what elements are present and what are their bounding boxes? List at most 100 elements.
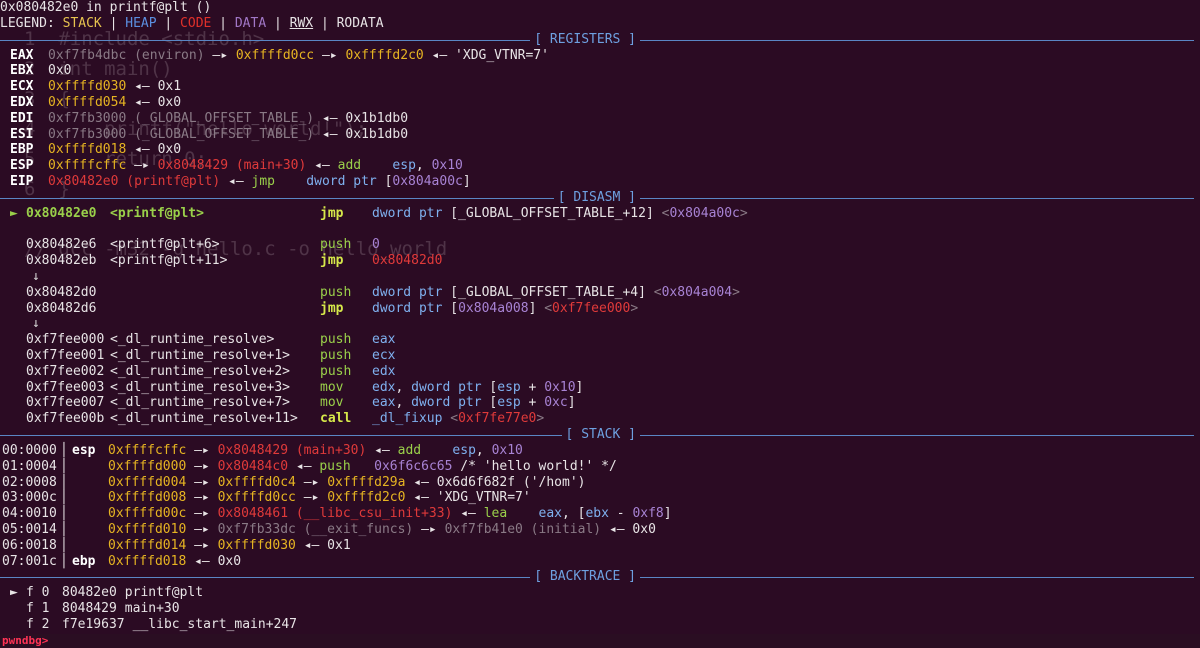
register-row: ECX 0xffffd030 ◂— 0x1: [0, 79, 1200, 95]
instruction-mnemonic: mov: [320, 379, 344, 395]
instruction-operands: dword ptr [_GLOBAL_OFFSET_TABLE_+4] <0x8…: [372, 285, 740, 301]
registers-title: [ REGISTERS ]: [530, 31, 640, 48]
value-fragment: ◂— 0x0: [186, 553, 242, 569]
value-fragment: ◂— 0x0: [126, 94, 182, 110]
stack-value: 0xffffd00c —▸ 0x8048461 (__libc_csu_init…: [108, 506, 672, 522]
legend-divider: |: [313, 15, 337, 31]
stack-divider: │: [60, 521, 68, 537]
instruction-operands: eax: [372, 332, 395, 348]
legend-line: LEGEND: STACK | HEAP | CODE | DATA | RWX…: [0, 16, 1200, 32]
value-fragment: [421, 443, 452, 458]
frame-address: f7e19637: [62, 616, 125, 632]
value-fragment: —▸: [186, 442, 218, 458]
value-fragment: lea: [483, 506, 508, 522]
stack-value: 0xffffd018 ◂— 0x0: [108, 554, 241, 570]
value-fragment: 0x804a008: [458, 300, 529, 316]
value-fragment: 0xffffd2c0: [327, 490, 406, 506]
value-fragment: 0x804a004: [661, 284, 733, 300]
location-line: 0x080482e0 in printf@plt (): [0, 0, 1200, 16]
register-row: ESI 0xf7fb3000 (_GLOBAL_OFFSET_TABLE_) ◂—…: [0, 127, 1200, 143]
instruction-address: 0x80482d0: [26, 284, 97, 300]
value-fragment: 0x8048461 (__libc_csu_init+33): [217, 506, 453, 522]
instruction-symbol: <_dl_runtime_resolve+7>: [110, 395, 291, 411]
instruction-mnemonic: push: [320, 284, 352, 300]
value-fragment: ◂—: [220, 173, 252, 189]
value-fragment: ,: [395, 379, 412, 395]
value-fragment: eax: [372, 395, 396, 411]
value-fragment: _dl_fixup: [372, 411, 451, 427]
value-fragment: 0x10: [491, 442, 523, 458]
instruction-operands: edx: [372, 364, 395, 380]
value-fragment: 0xffffd018: [108, 553, 187, 569]
legend-label: LEGEND:: [0, 15, 63, 31]
stack-register: esp: [72, 442, 96, 458]
disasm-row: 0xf7fee001 <_dl_runtime_resolve+1> push ecx: [0, 348, 1200, 364]
disasm-title: [ DISASM ]: [553, 189, 640, 206]
pwndbg-terminal[interactable]: 0x080482e0 in printf@plt () LEGEND: STAC…: [0, 0, 1200, 633]
value-fragment: <: [450, 411, 459, 427]
instruction-mnemonic: jmp: [320, 300, 344, 316]
instruction-mnemonic: push: [320, 363, 352, 379]
value-fragment: dword ptr: [372, 300, 451, 316]
value-fragment: ◂—: [306, 158, 338, 174]
register-row: EBP 0xffffd018 ◂— 0x0: [0, 142, 1200, 158]
stack-offset: 01:0004: [2, 458, 57, 474]
register-row: EIP 0x80482e0 (printf@plt) ◂— jmp dword p…: [0, 174, 1200, 190]
instruction-operands: _dl_fixup <0xf7fe77e0>: [372, 411, 544, 427]
stack-divider: │: [60, 490, 68, 506]
legend-divider: |: [156, 15, 181, 31]
stack-offset: 02:0008: [2, 474, 57, 490]
value-fragment: [_GLOBAL_OFFSET_TABLE_+4]: [450, 284, 654, 300]
stack-row: 06:0018 │ 0xffffd014 —▸ 0xffffd030 ◂— 0x1: [0, 538, 1200, 554]
instruction-mnemonic: call: [320, 411, 352, 427]
register-name: ESI: [10, 126, 34, 142]
legend-item: CODE: [180, 15, 212, 31]
instruction-address: 0xf7fee007: [26, 395, 105, 411]
instruction-symbol: <printf@plt+6>: [110, 237, 220, 253]
value-fragment: 0xffffd010: [108, 521, 187, 537]
stack-divider: │: [60, 506, 68, 522]
pwndbg-prompt[interactable]: pwndbg>: [0, 634, 48, 647]
instruction-operands: eax, dword ptr [esp + 0xc]: [372, 395, 576, 411]
value-fragment: 0xf7fb3000 (_GLOBAL_OFFSET_TABLE_): [48, 126, 315, 142]
frame-symbol: main+30: [124, 601, 180, 617]
frame-number: f 2: [26, 616, 50, 632]
instruction-operands: dword ptr [0x804a008] <0xf7fee000>: [372, 301, 638, 317]
instruction-mnemonic: push: [320, 347, 352, 363]
stack-row: 07:001c │ ebp 0xffffd018 ◂— 0x0: [0, 554, 1200, 570]
disasm-row: 0xf7fee000 <_dl_runtime_resolve> push eax: [0, 332, 1200, 348]
value-fragment: —▸: [186, 490, 218, 506]
disasm-row: 0xf7fee007 <_dl_runtime_resolve+7> mov eax,…: [0, 395, 1200, 411]
backtrace-panel: ► f 0 80482e0 printf@plt f 1 8048429 main+30 f …: [0, 585, 1200, 632]
flow-arrow-icon: ↓: [32, 316, 40, 332]
value-fragment: eax: [372, 332, 396, 348]
value-fragment: -: [608, 506, 633, 522]
value-fragment: ecx: [372, 347, 396, 363]
stack-value: 0xffffd014 —▸ 0xffffd030 ◂— 0x1: [108, 538, 351, 554]
current-location: 0x080482e0 in printf@plt (): [0, 0, 212, 15]
value-fragment: +: [520, 395, 545, 411]
value-fragment: >: [739, 205, 748, 221]
stack-row: 00:0000 │ esp 0xffffcffc —▸ 0x8048429 (main…: [0, 443, 1200, 459]
legend-item: RWX: [289, 15, 314, 31]
disasm-row: 0x80482eb <printf@plt+11> jmp 0x80482d0: [0, 253, 1200, 269]
prompt-bar[interactable]: pwndbg>: [0, 634, 1200, 648]
value-fragment: esp: [497, 379, 521, 395]
disasm-row: 0xf7fee00b <_dl_runtime_resolve+11> call _d…: [0, 411, 1200, 427]
value-fragment: ◂—: [366, 442, 398, 458]
value-fragment: —▸: [295, 474, 328, 490]
disasm-row: 0x80482d0 push dword ptr [_GLOBAL_OFFSET_T…: [0, 285, 1200, 301]
value-fragment: —▸: [186, 521, 218, 537]
value-fragment: 0x6f6c6c65: [374, 458, 453, 474]
instruction-operands: 0: [372, 237, 380, 253]
value-fragment: ◂— 'XDG_VTNR=7': [423, 47, 549, 63]
value-fragment: 0xffffcffc: [108, 442, 187, 458]
flow-arrow-icon: ↓: [32, 268, 40, 284]
stack-row: 05:0014 │ 0xffffd010 —▸ 0xf7fb33dc (__exit…: [0, 522, 1200, 538]
instruction-symbol: <_dl_runtime_resolve+11>: [110, 411, 298, 427]
value-fragment: 0x10: [544, 379, 576, 395]
frame-number: f 0: [26, 585, 50, 601]
stack-value: 0xffffd008 —▸ 0xffffd0cc —▸ 0xffffd2c0 ◂…: [108, 490, 531, 506]
value-fragment: dword ptr: [372, 205, 451, 221]
instruction-mnemonic: jmp: [320, 253, 344, 269]
